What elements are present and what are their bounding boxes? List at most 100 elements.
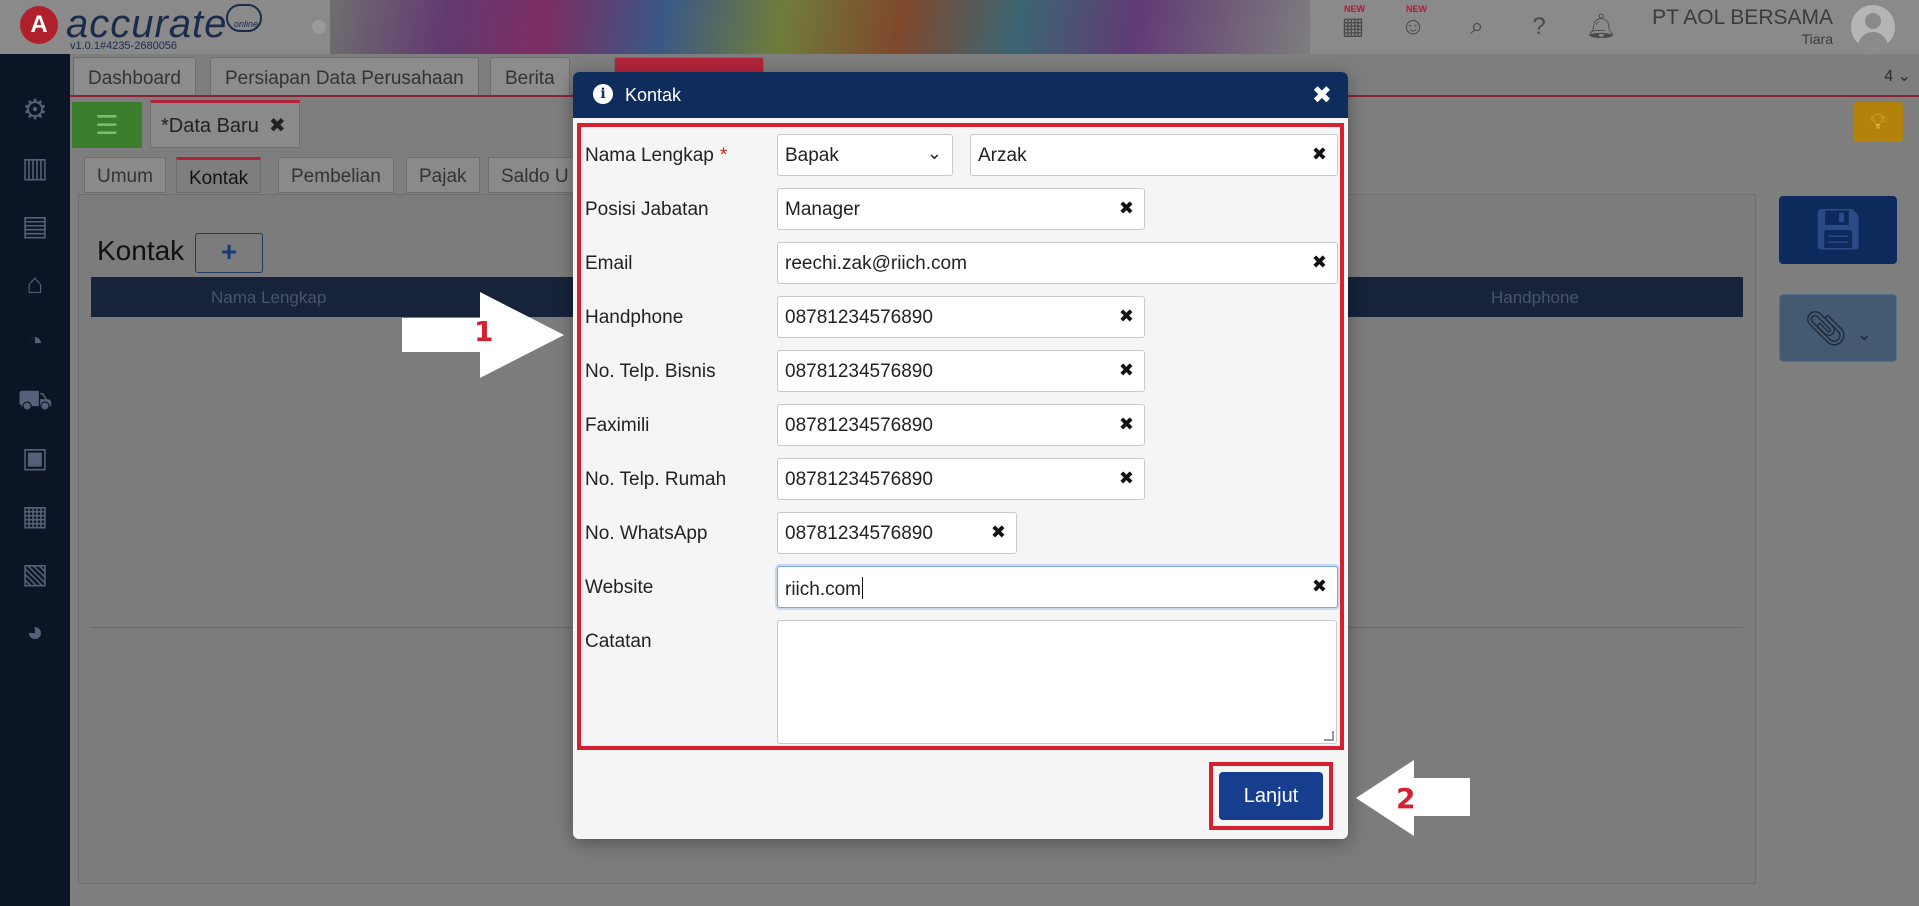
mascot-icon[interactable]: ☺ bbox=[1396, 10, 1430, 44]
telp-rumah-value: 08781234576890 bbox=[785, 469, 933, 490]
email-value: reechi.zak@riich.com bbox=[785, 253, 967, 274]
chevron-down-icon: ⌄ bbox=[1856, 324, 1872, 344]
label-email: Email bbox=[585, 253, 633, 274]
clear-icon[interactable]: ✖ bbox=[1119, 306, 1134, 327]
inventory-icon[interactable]: ▦ bbox=[14, 495, 56, 537]
subtab-pajak[interactable]: Pajak bbox=[406, 157, 480, 193]
tab-berita[interactable]: Berita bbox=[490, 57, 570, 95]
attach-button[interactable]: 📎︎ ⌄ bbox=[1779, 294, 1897, 362]
posisi-jabatan-input[interactable]: Manager ✖ bbox=[777, 188, 1145, 230]
salutation-value: Bapak bbox=[785, 145, 839, 166]
doc-tab-label: *Data Baru bbox=[161, 115, 259, 137]
row-telp-rumah: No. Telp. Rumah 08781234576890 ✖ bbox=[585, 458, 1345, 502]
logo-cloud-text: online bbox=[234, 19, 259, 29]
accurate-logo-icon[interactable]: A bbox=[20, 6, 58, 44]
panel-title: Kontak bbox=[97, 235, 185, 266]
company-name[interactable]: PT AOL BERSAMA bbox=[1652, 6, 1833, 30]
ledger-icon[interactable]: ▤ bbox=[14, 205, 56, 247]
clear-icon[interactable]: ✖ bbox=[991, 522, 1006, 543]
list-toggle-button[interactable]: ☰ bbox=[72, 102, 142, 148]
label-handphone: Handphone bbox=[585, 307, 684, 328]
handphone-input[interactable]: 08781234576890 ✖ bbox=[777, 296, 1145, 338]
resize-handle-icon[interactable] bbox=[1324, 731, 1334, 741]
col-handphone[interactable]: Handphone bbox=[1491, 288, 1579, 308]
search-icon[interactable]: ⌕ bbox=[1460, 10, 1494, 44]
lightbulb-icon[interactable]: 💡︎ bbox=[1853, 102, 1903, 142]
top-bar: A accurate online v1.0.1#4235-2680056 NE… bbox=[0, 0, 1919, 54]
doc-tab-close-icon[interactable]: ✖ bbox=[269, 115, 286, 137]
catatan-textarea[interactable] bbox=[777, 620, 1337, 744]
building-icon[interactable]: ▥ bbox=[14, 147, 56, 189]
website-input[interactable]: riich.com ✖ bbox=[777, 566, 1338, 608]
faximili-input[interactable]: 08781234576890 ✖ bbox=[777, 404, 1145, 446]
report-icon[interactable]: ◕ bbox=[14, 611, 56, 653]
clear-icon[interactable]: ✖ bbox=[1119, 468, 1134, 489]
label-website: Website bbox=[585, 577, 654, 598]
dialog-title: Kontak bbox=[625, 85, 682, 105]
help-icon[interactable]: ? bbox=[1522, 10, 1556, 44]
sidebar: ⚙ ▥ ▤ ⌂ ◔ ⛟ ▣ ▦ ▧ ◕ bbox=[0, 54, 70, 906]
posisi-value: Manager bbox=[785, 199, 860, 220]
add-kontak-button[interactable]: + bbox=[195, 233, 263, 273]
row-posisi-jabatan: Posisi Jabatan Manager ✖ bbox=[585, 188, 1345, 232]
label-telp-rumah: No. Telp. Rumah bbox=[585, 469, 727, 490]
dialog-close-icon[interactable]: ✖ bbox=[1312, 81, 1332, 110]
tax-icon[interactable]: ▧ bbox=[14, 553, 56, 595]
cloud-icon: online bbox=[226, 4, 262, 32]
avatar[interactable] bbox=[1851, 5, 1895, 49]
faximili-value: 08781234576890 bbox=[785, 415, 933, 436]
telp-rumah-input[interactable]: 08781234576890 ✖ bbox=[777, 458, 1145, 500]
money-bag-icon[interactable]: ◔ bbox=[14, 321, 56, 363]
bank-icon[interactable]: ⌂ bbox=[14, 263, 56, 305]
clear-icon[interactable]: ✖ bbox=[1119, 360, 1134, 381]
email-input[interactable]: reechi.zak@riich.com ✖ bbox=[777, 242, 1338, 284]
label-posisi-jabatan: Posisi Jabatan bbox=[585, 199, 709, 220]
user-name: Tiara bbox=[1801, 31, 1833, 47]
delivery-icon[interactable]: ▣ bbox=[14, 437, 56, 479]
apps-grid-icon[interactable]: ▦ bbox=[1336, 10, 1370, 44]
nama-value: Arzak bbox=[978, 145, 1027, 166]
row-nama-lengkap: Nama Lengkap * Bapak ⌄ Arzak ✖ bbox=[585, 134, 1345, 178]
chevron-down-icon: ⌄ bbox=[926, 143, 942, 163]
lanjut-button[interactable]: Lanjut bbox=[1219, 772, 1323, 820]
row-email: Email reechi.zak@riich.com ✖ bbox=[585, 242, 1345, 286]
tab-dashboard[interactable]: Dashboard bbox=[73, 57, 196, 95]
gear-icon[interactable]: ⚙ bbox=[14, 89, 56, 131]
telp-bisnis-input[interactable]: 08781234576890 ✖ bbox=[777, 350, 1145, 392]
salutation-select[interactable]: Bapak ⌄ bbox=[777, 134, 953, 176]
doc-tab-data-baru[interactable]: *Data Baru ✖ bbox=[150, 100, 300, 148]
whatsapp-value: 08781234576890 bbox=[785, 523, 933, 544]
clear-icon[interactable]: ✖ bbox=[1312, 576, 1327, 597]
label-nama-lengkap: Nama Lengkap * bbox=[585, 145, 727, 167]
label-catatan: Catatan bbox=[585, 631, 652, 652]
subtab-kontak[interactable]: Kontak bbox=[176, 157, 262, 193]
subtab-saldo[interactable]: Saldo U bbox=[488, 157, 582, 193]
row-website: Website riich.com ✖ bbox=[585, 566, 1345, 610]
row-whatsapp: No. WhatsApp 08781234576890 ✖ bbox=[585, 512, 1345, 556]
row-telp-bisnis: No. Telp. Bisnis 08781234576890 ✖ bbox=[585, 350, 1345, 394]
col-nama-lengkap[interactable]: Nama Lengkap bbox=[211, 288, 326, 308]
header-banner bbox=[330, 0, 1310, 54]
bell-icon[interactable]: 🔔︎ bbox=[1584, 10, 1618, 44]
clear-icon[interactable]: ✖ bbox=[1312, 144, 1327, 165]
subtab-umum[interactable]: Umum bbox=[84, 157, 166, 193]
row-handphone: Handphone 08781234576890 ✖ bbox=[585, 296, 1345, 340]
step-number-1: 1 bbox=[474, 315, 494, 348]
dialog-header: i Kontak ✖ bbox=[573, 72, 1348, 118]
tab-count-value: 4 bbox=[1884, 68, 1894, 85]
handphone-value: 08781234576890 bbox=[785, 307, 933, 328]
whatsapp-input[interactable]: 08781234576890 ✖ bbox=[777, 512, 1017, 554]
save-button[interactable]: 💾︎ bbox=[1779, 196, 1897, 264]
subtab-pembelian[interactable]: Pembelian bbox=[278, 157, 394, 193]
tab-persiapan-data[interactable]: Persiapan Data Perusahaan bbox=[210, 57, 479, 95]
cart-icon[interactable]: ⛟ bbox=[14, 379, 56, 421]
kontak-dialog: i Kontak ✖ Nama Lengkap * Bapak ⌄ Arzak ✖… bbox=[573, 72, 1348, 839]
website-value: riich.com bbox=[785, 579, 862, 600]
tab-count[interactable]: 4 ⌄ bbox=[1884, 66, 1911, 86]
clear-icon[interactable]: ✖ bbox=[1119, 414, 1134, 435]
nama-lengkap-input[interactable]: Arzak ✖ bbox=[970, 134, 1338, 176]
step-number-2: 2 bbox=[1396, 782, 1416, 815]
clear-icon[interactable]: ✖ bbox=[1119, 198, 1134, 219]
clear-icon[interactable]: ✖ bbox=[1312, 252, 1327, 273]
label-faximili: Faximili bbox=[585, 415, 650, 436]
